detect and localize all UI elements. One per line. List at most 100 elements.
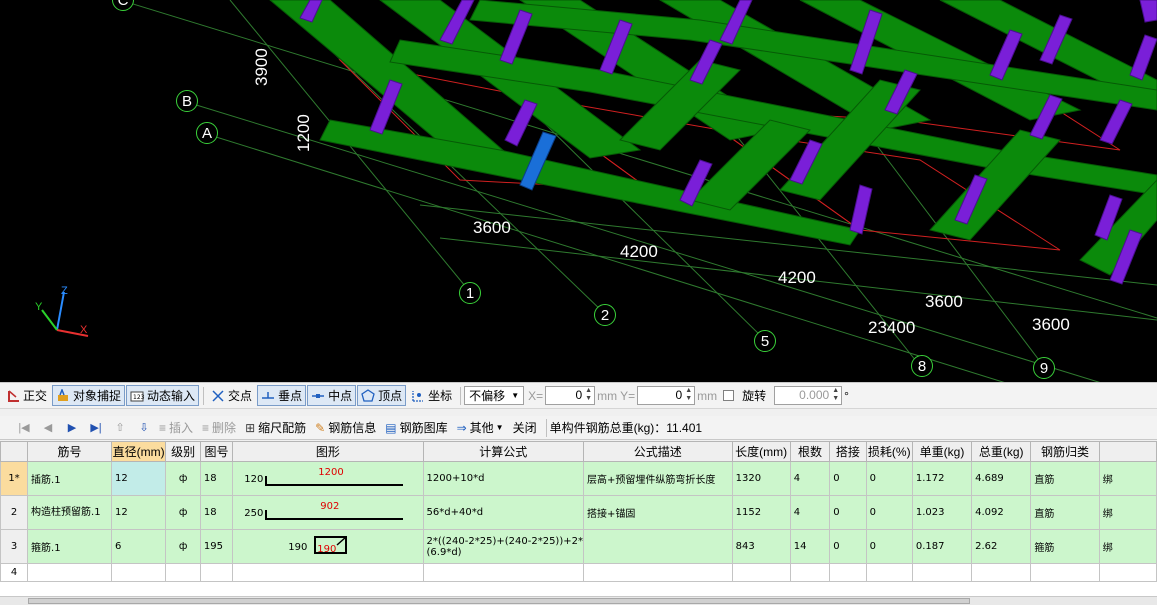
table-row[interactable]: 1* 插筋.1 12 ф 18 120 1200 1200+10*d 层高+预留…: [0, 461, 1157, 496]
diameter-cell[interactable]: 6: [110, 529, 167, 564]
formula-description-cell[interactable]: 搭接+锚固: [582, 495, 733, 530]
intersection-snap-button[interactable]: 交点: [207, 385, 256, 406]
diameter-cell[interactable]: 12: [110, 495, 167, 530]
other-menu-button[interactable]: ⇒ 其他 ▼: [454, 419, 507, 436]
total-weight-cell[interactable]: 2.62: [971, 529, 1032, 564]
shape-cell[interactable]: [232, 563, 424, 582]
category-cell[interactable]: 直筋: [1030, 461, 1100, 496]
insert-button[interactable]: ≡ 插入: [156, 419, 196, 436]
row-number-cell[interactable]: 1*: [0, 461, 29, 496]
rotate-angle-spinner-icon[interactable]: ▲ ▼: [831, 387, 840, 404]
perpendicular-snap-button[interactable]: 垂点: [257, 385, 307, 406]
figure-number-cell[interactable]: 195: [199, 529, 234, 564]
rotate-checkbox[interactable]: [723, 390, 735, 401]
bar-name-header[interactable]: 筋号: [27, 441, 112, 462]
delete-button[interactable]: ≡ 删除: [199, 419, 239, 436]
diameter-header[interactable]: 直径(mm): [110, 441, 167, 462]
grade-cell[interactable]: ф: [165, 461, 201, 496]
loss-cell[interactable]: 0: [865, 461, 913, 496]
rebar-info-button[interactable]: ✎ 钢筋信息: [312, 419, 379, 436]
bar-name-cell[interactable]: [27, 563, 112, 582]
category-cell[interactable]: [1030, 563, 1100, 582]
close-button[interactable]: 关闭: [510, 419, 540, 436]
rotate-angle-input[interactable]: 0.000 ▲ ▼: [774, 386, 843, 405]
figure-number-cell[interactable]: [199, 563, 234, 582]
table-row[interactable]: 3 箍筋.1 6 ф 195 190 190 2*((240-2*25)+(24…: [0, 529, 1157, 564]
formula-description-cell[interactable]: [582, 563, 733, 582]
table-row[interactable]: 2 构造柱预留筋.1 12 ф 18 250 902 56*d+40*d 搭接+…: [0, 495, 1157, 530]
total-weight-cell[interactable]: 4.092: [971, 495, 1032, 530]
bar-name-cell[interactable]: 插筋.1: [27, 461, 112, 496]
ortho-button[interactable]: 正交: [2, 385, 51, 406]
y-offset-input[interactable]: 0 ▲ ▼: [637, 386, 696, 405]
loss-cell[interactable]: [865, 563, 913, 582]
unit-weight-cell[interactable]: 1.023: [911, 495, 973, 530]
x-offset-input[interactable]: 0 ▲ ▼: [545, 386, 596, 405]
grade-cell[interactable]: ф: [165, 495, 201, 530]
scale-rebar-button[interactable]: ⊞ 缩尺配筋: [242, 419, 309, 436]
formula-description-cell[interactable]: [582, 529, 733, 564]
y-offset-spinner-icon[interactable]: ▲ ▼: [684, 387, 693, 404]
extra-header[interactable]: [1098, 441, 1157, 462]
extra-cell[interactable]: 绑: [1098, 461, 1157, 496]
formula-cell[interactable]: 56*d+40*d: [422, 495, 584, 530]
object-snap-button[interactable]: 对象捕捉: [52, 385, 126, 406]
count-cell[interactable]: 4: [789, 495, 831, 530]
count-cell[interactable]: [789, 563, 831, 582]
row-number-cell[interactable]: 4: [0, 563, 29, 582]
category-cell[interactable]: 箍筋: [1030, 529, 1100, 564]
shape-cell[interactable]: 120 1200: [232, 461, 424, 496]
length-cell[interactable]: 1320: [731, 461, 791, 496]
loss-header[interactable]: 损耗(%): [865, 441, 913, 462]
unit-weight-cell[interactable]: 0.187: [911, 529, 973, 564]
length-header[interactable]: 长度(mm): [731, 441, 791, 462]
scrollbar-thumb[interactable]: [28, 598, 970, 604]
grade-cell[interactable]: ф: [165, 529, 201, 564]
figure-number-header[interactable]: 图号: [199, 441, 234, 462]
total-weight-cell[interactable]: 4.689: [971, 461, 1032, 496]
formula-cell[interactable]: [422, 563, 584, 582]
previous-record-icon[interactable]: ◀: [41, 421, 55, 435]
category-cell[interactable]: 直筋: [1030, 495, 1100, 530]
count-header[interactable]: 根数: [789, 441, 831, 462]
rebar-library-button[interactable]: ▤ 钢筋图库: [382, 419, 450, 436]
extra-cell[interactable]: [1098, 563, 1157, 582]
diameter-cell[interactable]: 12: [110, 461, 167, 496]
move-up-icon[interactable]: ⇧: [113, 421, 127, 435]
total-weight-header[interactable]: 总重(kg): [971, 441, 1032, 462]
coordinate-snap-button[interactable]: 坐标: [407, 385, 456, 406]
bar-name-cell[interactable]: 构造柱预留筋.1: [27, 495, 112, 530]
lap-cell[interactable]: 0: [829, 495, 867, 530]
lap-cell[interactable]: 0: [829, 461, 867, 496]
x-offset-spinner-icon[interactable]: ▲ ▼: [584, 387, 593, 404]
grade-header[interactable]: 级别: [165, 441, 201, 462]
lap-cell[interactable]: [829, 563, 867, 582]
3d-viewport[interactable]: Z X Y C B A 1 2 5 8 9 3900 1200 3600 420…: [0, 0, 1157, 382]
offset-mode-dropdown[interactable]: 不偏移 ▼: [464, 386, 525, 405]
length-cell[interactable]: 843: [731, 529, 791, 564]
unit-weight-cell[interactable]: 1.172: [911, 461, 973, 496]
diameter-cell[interactable]: [110, 563, 167, 582]
model-canvas[interactable]: Z X Y: [0, 0, 1157, 382]
extra-cell[interactable]: 绑: [1098, 529, 1157, 564]
grade-cell[interactable]: [165, 563, 201, 582]
count-cell[interactable]: 4: [789, 461, 831, 496]
extra-cell[interactable]: 绑: [1098, 495, 1157, 530]
move-down-icon[interactable]: ⇩: [137, 421, 151, 435]
count-cell[interactable]: 14: [789, 529, 831, 564]
table-row-empty[interactable]: 4: [0, 563, 1157, 582]
vertex-snap-button[interactable]: 顶点: [357, 385, 407, 406]
lap-cell[interactable]: 0: [829, 529, 867, 564]
bar-name-cell[interactable]: 箍筋.1: [27, 529, 112, 564]
unit-weight-cell[interactable]: [911, 563, 973, 582]
formula-cell[interactable]: 2*((240-2*25)+(240-2*25))+2*(6.9*d): [422, 529, 584, 564]
loss-cell[interactable]: 0: [865, 495, 913, 530]
formula-header[interactable]: 计算公式: [422, 441, 584, 462]
formula-description-header[interactable]: 公式描述: [582, 441, 733, 462]
dynamic-input-button[interactable]: 123 动态输入: [126, 385, 200, 406]
figure-number-cell[interactable]: 18: [199, 461, 234, 496]
lap-header[interactable]: 搭接: [829, 441, 867, 462]
row-number-cell[interactable]: 2: [0, 495, 29, 530]
length-cell[interactable]: [731, 563, 791, 582]
formula-description-cell[interactable]: 层高+预留埋件纵筋弯折长度: [582, 461, 733, 496]
